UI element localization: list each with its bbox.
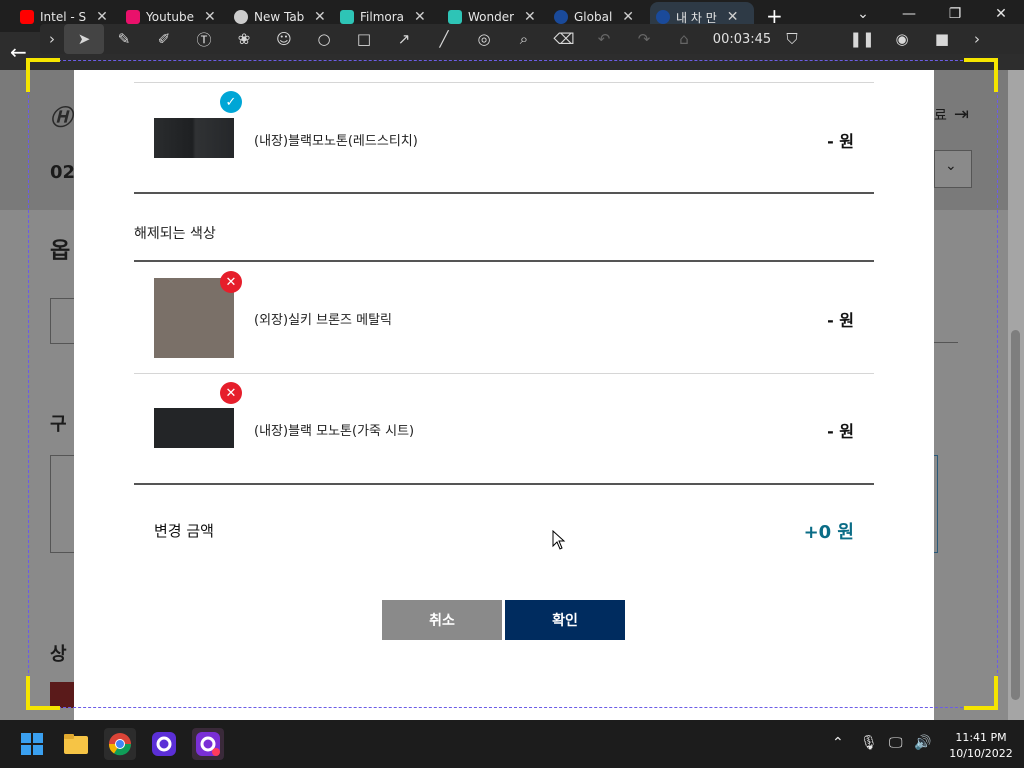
magnifier-tool-icon[interactable]: ⌕ bbox=[504, 24, 544, 54]
recording-area-outline bbox=[28, 60, 998, 708]
screen-recorder-active-icon[interactable] bbox=[192, 728, 224, 760]
divider bbox=[812, 24, 842, 54]
recording-corner-handle[interactable] bbox=[964, 676, 998, 710]
recording-timer: 00:03:45 bbox=[712, 31, 772, 47]
clock-time: 11:41 PM bbox=[955, 731, 1007, 744]
hyundai-icon bbox=[554, 10, 568, 24]
maximize-icon[interactable]: ❐ bbox=[940, 6, 970, 22]
shapes-tool-icon[interactable]: ❀ bbox=[224, 24, 264, 54]
windows-start-icon[interactable] bbox=[16, 728, 48, 760]
tab-label: Global bbox=[574, 10, 613, 24]
filmora-icon bbox=[340, 10, 354, 24]
tab-label: Wonder bbox=[468, 10, 515, 24]
close-tab-icon[interactable]: ✕ bbox=[314, 9, 326, 25]
tab-label: Youtube bbox=[146, 10, 194, 24]
minimize-icon[interactable]: — bbox=[894, 6, 924, 22]
clock-date: 10/10/2022 bbox=[949, 747, 1013, 760]
tab-label: New Tab bbox=[254, 10, 304, 24]
close-tab-icon[interactable]: ✕ bbox=[414, 9, 426, 25]
spotlight-tool-icon[interactable]: ◎ bbox=[464, 24, 504, 54]
recording-corner-handle[interactable] bbox=[26, 676, 60, 710]
camera-icon[interactable]: ◉ bbox=[882, 24, 922, 54]
scrollbar-thumb[interactable] bbox=[1011, 330, 1020, 700]
chevron-right-icon[interactable]: › bbox=[40, 24, 64, 54]
microphone-icon[interactable]: 🎙 bbox=[860, 735, 878, 751]
eraser-tool-icon[interactable]: ⌫ bbox=[544, 24, 584, 54]
tab-label: 내 차 만 bbox=[676, 10, 717, 25]
tab-search-icon[interactable]: ⌄ bbox=[848, 6, 878, 22]
hyundai-icon bbox=[656, 10, 670, 24]
stop-icon[interactable]: ■ bbox=[922, 24, 962, 54]
clear-tool-icon[interactable]: ⌂ bbox=[664, 24, 704, 54]
close-tab-icon[interactable]: ✕ bbox=[96, 9, 108, 25]
undo-icon[interactable]: ↶ bbox=[584, 24, 624, 54]
rectangle-tool-icon[interactable]: □ bbox=[344, 24, 384, 54]
chevron-right-icon[interactable]: › bbox=[962, 24, 992, 54]
pause-icon[interactable]: ❚❚ bbox=[842, 24, 882, 54]
monitor-icon[interactable]: 🖵 bbox=[889, 735, 903, 751]
recording-corner-handle[interactable] bbox=[26, 58, 60, 92]
back-arrow-icon[interactable]: ← bbox=[10, 40, 27, 64]
chrome-icon[interactable] bbox=[104, 728, 136, 760]
chevron-up-icon[interactable]: ⌃ bbox=[832, 735, 844, 751]
close-window-icon[interactable]: ✕ bbox=[986, 6, 1016, 22]
text-tool-icon[interactable]: Ⓣ bbox=[184, 24, 224, 54]
chrome-icon bbox=[234, 10, 248, 24]
close-tab-icon[interactable]: ✕ bbox=[727, 9, 739, 25]
shield-icon[interactable]: ⛉ bbox=[772, 24, 812, 54]
circle-tool-icon[interactable]: ○ bbox=[304, 24, 344, 54]
recorder-toolbar: › ➤ ✎ ✐ Ⓣ ❀ ☺ ○ □ ↗ ╱ ◎ ⌕ ⌫ ↶ ↷ ⌂ 00:03:… bbox=[40, 24, 1024, 54]
pen-tool-icon[interactable]: ✎ bbox=[104, 24, 144, 54]
redo-icon[interactable]: ↷ bbox=[624, 24, 664, 54]
tab-label: Filmora bbox=[360, 10, 405, 24]
emoji-tool-icon[interactable]: ☺ bbox=[264, 24, 304, 54]
arrow-tool-icon[interactable]: ↗ bbox=[384, 24, 424, 54]
taskbar-clock[interactable]: 11:41 PM 10/10/2022 bbox=[946, 730, 1016, 762]
wondershare-icon bbox=[448, 10, 462, 24]
pointer-tool-icon[interactable]: ➤ bbox=[64, 24, 104, 54]
tab-favicon bbox=[126, 10, 140, 24]
screen-recorder-app-icon[interactable] bbox=[148, 728, 180, 760]
file-explorer-icon[interactable] bbox=[60, 728, 92, 760]
tab-label: Intel - S bbox=[40, 10, 87, 24]
youtube-icon bbox=[20, 10, 34, 24]
close-tab-icon[interactable]: ✕ bbox=[524, 9, 536, 25]
close-tab-icon[interactable]: ✕ bbox=[622, 9, 634, 25]
volume-icon[interactable]: 🔊 bbox=[914, 735, 931, 751]
close-tab-icon[interactable]: ✕ bbox=[204, 9, 216, 25]
highlighter-tool-icon[interactable]: ✐ bbox=[144, 24, 184, 54]
line-tool-icon[interactable]: ╱ bbox=[424, 24, 464, 54]
recording-corner-handle[interactable] bbox=[964, 58, 998, 92]
